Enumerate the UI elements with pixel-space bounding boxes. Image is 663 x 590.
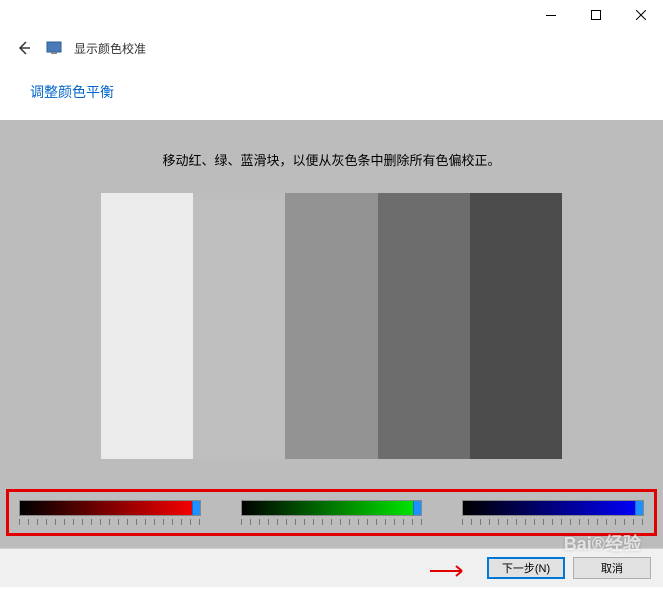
red-slider[interactable] — [19, 500, 201, 525]
blue-slider-thumb[interactable] — [635, 500, 644, 516]
section-title: 调整颜色平衡 — [0, 72, 663, 120]
green-slider-track — [241, 500, 423, 516]
gray-strip — [101, 193, 562, 459]
green-slider-thumb[interactable] — [413, 500, 422, 516]
content-area: 移动红、绿、蓝滑块，以便从灰色条中删除所有色偏校正。 — [0, 120, 663, 548]
gray-swatch-2 — [193, 193, 285, 459]
window-title: 显示颜色校准 — [74, 40, 146, 57]
gray-swatch-1 — [101, 193, 193, 459]
instruction-text: 移动红、绿、蓝滑块，以便从灰色条中删除所有色偏校正。 — [0, 150, 663, 169]
gray-swatch-3 — [285, 193, 377, 459]
gray-swatch-4 — [378, 193, 470, 459]
blue-slider-track — [462, 500, 644, 516]
sliders-container — [6, 489, 657, 536]
blue-slider-scale — [462, 519, 644, 525]
green-slider[interactable] — [241, 500, 423, 525]
next-button[interactable]: 下一步(N) — [487, 557, 565, 579]
cancel-button[interactable]: 取消 — [573, 557, 651, 579]
arrow-annotation-icon — [430, 561, 470, 582]
red-slider-scale — [19, 519, 201, 525]
header: 显示颜色校准 — [0, 30, 663, 72]
red-slider-thumb[interactable] — [192, 500, 201, 516]
close-button[interactable] — [618, 0, 663, 30]
footer: 下一步(N) 取消 — [0, 548, 663, 587]
back-button[interactable] — [14, 38, 34, 58]
blue-slider[interactable] — [462, 500, 644, 525]
red-slider-track — [19, 500, 201, 516]
maximize-button[interactable] — [573, 0, 618, 30]
gray-swatch-5 — [470, 193, 562, 459]
green-slider-scale — [241, 519, 423, 525]
app-icon — [46, 40, 62, 56]
titlebar — [0, 0, 663, 30]
minimize-button[interactable] — [528, 0, 573, 30]
